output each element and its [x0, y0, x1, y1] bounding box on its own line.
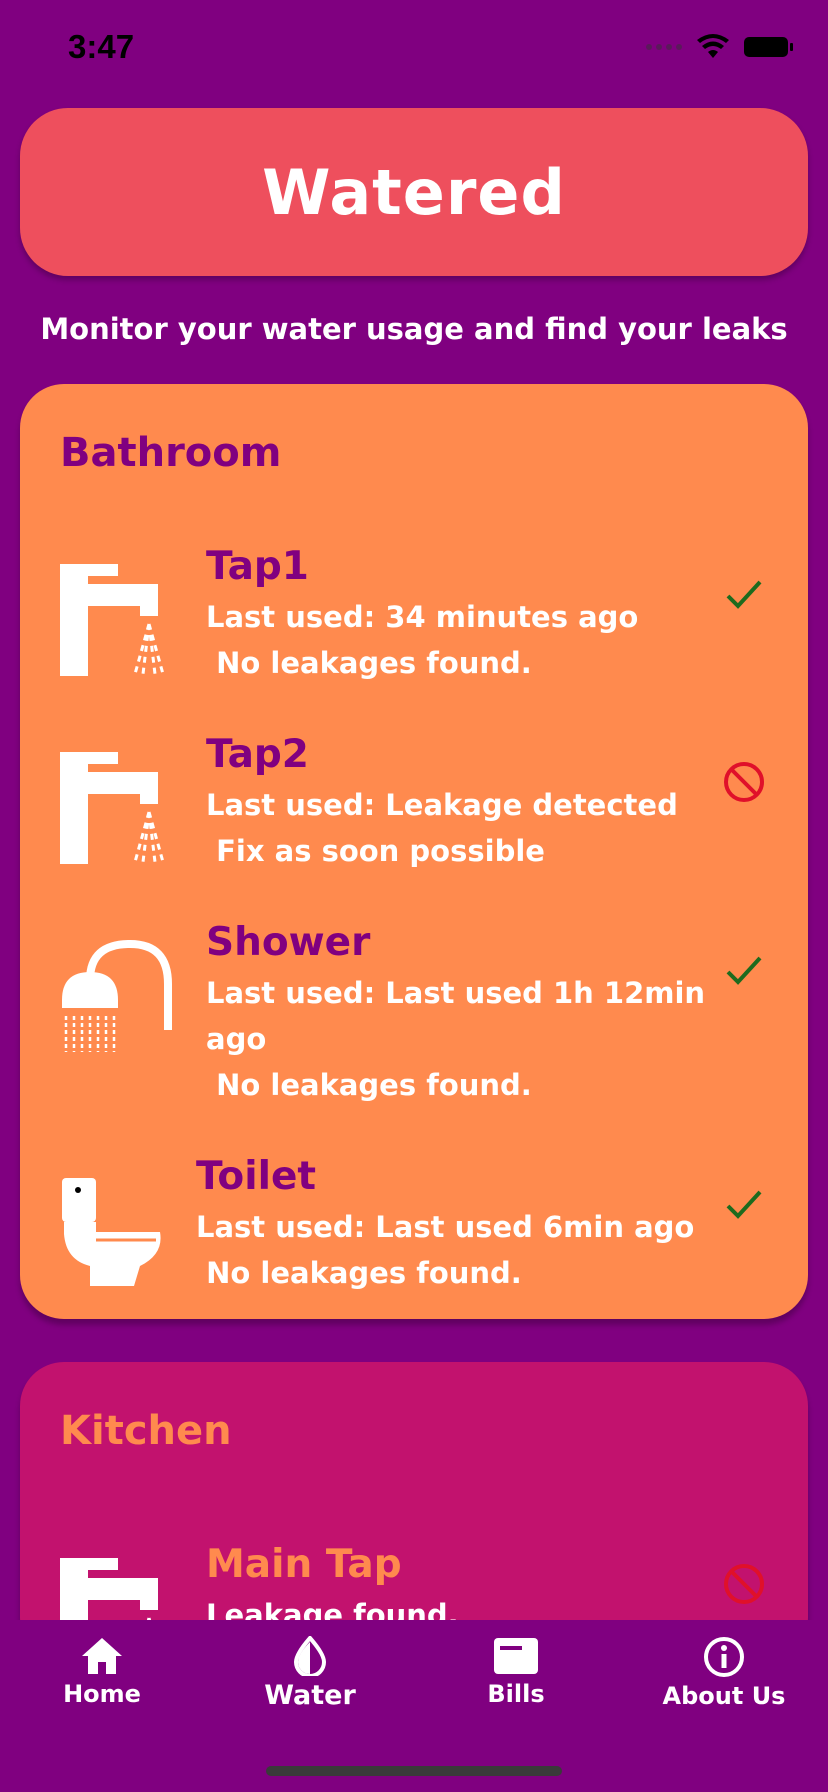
shower-icon [62, 940, 172, 1052]
tap-icon [60, 752, 165, 864]
device-name: Toilet [196, 1154, 317, 1199]
battery-icon [744, 37, 793, 57]
water-drop-icon [293, 1636, 327, 1676]
info-icon [704, 1637, 744, 1677]
tap-icon [60, 564, 165, 676]
kitchen-card: Kitchen Main Tap Leakage found. [20, 1362, 808, 1670]
room-title: Bathroom [60, 430, 282, 476]
device-name: Tap1 [206, 544, 309, 589]
device-row-tap2[interactable]: Tap2 Last used: Leakage detected Fix as … [20, 732, 808, 902]
checkmark-icon [726, 1190, 762, 1219]
tab-label: About Us [662, 1682, 786, 1710]
app-title: Watered [262, 155, 566, 229]
bills-icon [494, 1638, 538, 1674]
device-status-text: No leakages found. [206, 1068, 532, 1102]
device-name: Tap2 [206, 732, 309, 777]
status-icons [646, 34, 793, 60]
home-indicator[interactable] [266, 1766, 562, 1776]
device-status-text: No leakages found. [206, 646, 532, 680]
tab-about-us[interactable]: About Us [634, 1636, 814, 1710]
tab-label: Water [264, 1680, 356, 1711]
room-title: Kitchen [60, 1408, 232, 1454]
device-last-used: Last used: Leakage detected [206, 788, 678, 822]
checkmark-icon [726, 580, 762, 609]
app-subtitle: Monitor your water usage and find your l… [40, 312, 788, 346]
home-icon [82, 1638, 122, 1674]
tab-label: Bills [487, 1680, 545, 1708]
device-row-tap1[interactable]: Tap1 Last used: 34 minutes ago No leakag… [20, 544, 808, 714]
toilet-icon [62, 1178, 161, 1286]
device-last-used: Last used: Last used 1h 12min [206, 976, 706, 1010]
device-status-text: Fix as soon possible [206, 834, 545, 868]
no-entry-icon [724, 762, 764, 802]
app-header: Watered [20, 108, 808, 276]
device-name: Shower [206, 920, 371, 965]
checkmark-icon [726, 956, 762, 985]
tab-label: Home [63, 1680, 141, 1708]
tab-bills[interactable]: Bills [426, 1636, 606, 1708]
device-status-text: No leakages found. [196, 1256, 522, 1290]
device-row-shower[interactable]: Shower Last used: Last used 1h 12min ago… [20, 920, 808, 1140]
device-last-used: Last used: 34 minutes ago [206, 600, 639, 634]
device-name: Main Tap [206, 1542, 402, 1587]
tab-home[interactable]: Home [12, 1636, 192, 1708]
device-last-used: Last used: Last used 6min ago [196, 1210, 695, 1244]
no-entry-icon [724, 1564, 764, 1604]
status-bar: 3:47 [0, 0, 828, 100]
device-row-toilet[interactable]: Toilet Last used: Last used 6min ago No … [20, 1154, 808, 1314]
tab-water[interactable]: Water [220, 1636, 400, 1711]
wifi-icon [697, 34, 729, 58]
status-time: 3:47 [68, 28, 135, 65]
signal-icon [646, 44, 682, 50]
bathroom-card: Bathroom Tap1 Last used: 34 minutes ago … [20, 384, 808, 1319]
device-last-used-cont: ago [206, 1022, 267, 1056]
